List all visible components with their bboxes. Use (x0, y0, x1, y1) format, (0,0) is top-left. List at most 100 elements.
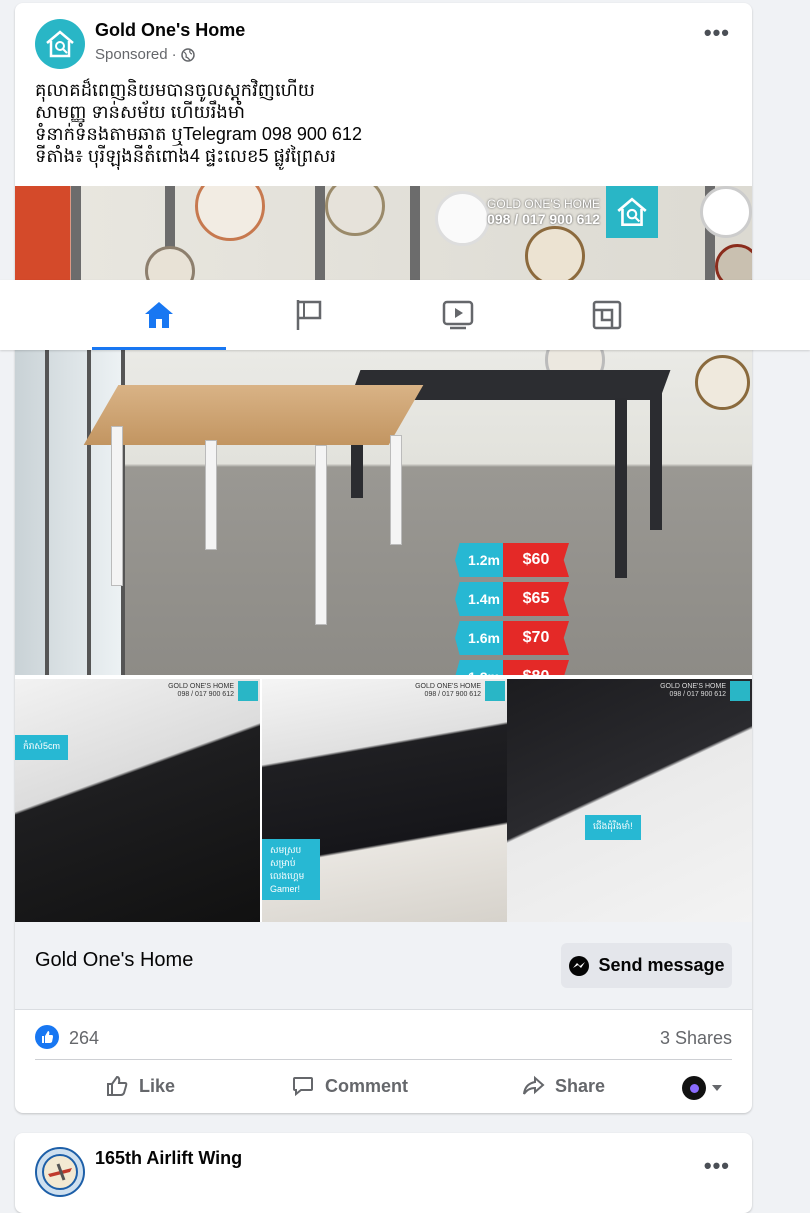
page-name-link[interactable]: Gold One's Home (95, 20, 245, 41)
dark-desk-leg (615, 398, 627, 578)
thumbnail-photo[interactable]: GOLD ONE'S HOME 098 / 017 900 612 កំរាស់5… (15, 679, 260, 922)
thumbs-up-icon (42, 1031, 53, 1043)
video-icon (442, 300, 474, 330)
thumbnail-photo[interactable]: GOLD ONE'S HOME 098 / 017 900 612 ជើងដុំរ… (507, 679, 752, 922)
thumb-brand: GOLD ONE'S HOME (415, 683, 481, 690)
thumb-sticker: ជើងដុំរឹងមាំ! (585, 815, 641, 840)
more-options-icon[interactable]: ••• (704, 1155, 730, 1177)
white-desk-leg (315, 445, 327, 625)
post-header: 165th Airlift Wing ••• (15, 1133, 752, 1203)
gaming-icon (592, 300, 622, 330)
house-logo-icon (730, 681, 750, 701)
house-logo-icon (617, 197, 647, 227)
thumb-watermark: GOLD ONE'S HOME 098 / 017 900 612 (168, 683, 234, 699)
thumb-phone: 098 / 017 900 612 (424, 691, 481, 698)
banner-brand: GOLD ONE'S HOME (487, 197, 600, 211)
price-tag: 1.8m $80 (455, 660, 569, 675)
cta-page-name[interactable]: Gold One's Home (35, 949, 193, 972)
nav-home-tab[interactable] (92, 280, 226, 350)
nav-pages-tab[interactable] (242, 280, 376, 350)
lamp-disc (700, 186, 752, 238)
comment-button[interactable]: Comment (291, 1063, 408, 1109)
page-avatar[interactable] (35, 1147, 85, 1197)
banner-pole (410, 186, 420, 280)
thumb-sticker: សមស្របសម្រាប់លេងហ្គេម Gamer! (262, 839, 320, 900)
thumbnail-photo[interactable]: GOLD ONE'S HOME 098 / 017 900 612 សមស្របស… (262, 679, 507, 922)
like-label: Like (139, 1075, 176, 1096)
price-tag: 1.2m $60 (455, 543, 569, 577)
thumb-phone: 098 / 017 900 612 (177, 691, 234, 698)
home-icon (145, 302, 173, 328)
comment-label: Comment (325, 1075, 409, 1096)
lamp-disc (325, 186, 385, 236)
send-message-label: Send message (598, 955, 725, 975)
page-name-link[interactable]: 165th Airlift Wing (95, 1148, 242, 1169)
house-logo-icon (485, 681, 505, 701)
like-button[interactable]: Like (105, 1063, 175, 1109)
price-tag: 1.4m $65 (455, 582, 569, 616)
thumb-watermark: GOLD ONE'S HOME 098 / 017 900 612 (415, 683, 481, 699)
price-value: $60 (503, 543, 569, 577)
flag-icon (296, 300, 322, 330)
thumb-watermark: GOLD ONE'S HOME 098 / 017 900 612 (660, 683, 726, 699)
lamp-disc (195, 186, 265, 241)
banner-pole (315, 186, 325, 280)
lamp-disc (435, 191, 490, 246)
nav-video-tab[interactable] (391, 280, 525, 350)
post-header: Gold One's Home Sponsored · ••• (15, 3, 752, 73)
globe-icon (180, 47, 195, 62)
comment-icon (293, 1077, 313, 1097)
post-text: គុលាគដ៏ពេញនិយមបានចូលស្តុកវិញហើយ សាមញ្ញ ទ… (35, 80, 362, 166)
chevron-down-icon (712, 1085, 722, 1091)
share-count[interactable]: 3 Shares (660, 1028, 732, 1049)
banner-watermark: GOLD ONE'S HOME 098 / 017 900 612 (485, 197, 600, 227)
post-actions: Like Comment Share (35, 1063, 732, 1109)
house-logo-icon (238, 681, 258, 701)
thumb-brand: GOLD ONE'S HOME (168, 683, 234, 690)
like-reaction-icon[interactable] (35, 1025, 59, 1049)
window-background (15, 350, 125, 675)
sponsored-label[interactable]: Sponsored (95, 46, 168, 63)
white-desk-leg (205, 440, 217, 550)
lamp-disc (145, 246, 195, 280)
banner-pole (71, 186, 81, 280)
post-meta: Sponsored · (95, 46, 195, 63)
cta-bar: Gold One's Home Send message (15, 922, 752, 1010)
banner-image[interactable]: GOLD ONE'S HOME 098 / 017 900 612 (15, 186, 752, 280)
main-product-photo[interactable]: 1.2m $60 1.4m $65 1.6m $70 1.8m $80 (15, 350, 752, 675)
like-count[interactable]: 264 (69, 1028, 99, 1049)
thumb-brand: GOLD ONE'S HOME (660, 683, 726, 690)
sponsored-post: Gold One's Home Sponsored · ••• គុលាគដ៏ព… (15, 3, 752, 1113)
window-frame (45, 350, 49, 675)
white-desk-leg (390, 435, 402, 545)
send-message-button[interactable]: Send message (561, 943, 732, 988)
price-value: $65 (503, 582, 569, 616)
top-navigation-bar (0, 280, 810, 350)
next-post: 165th Airlift Wing ••• (15, 1133, 752, 1213)
banner-phone: 098 / 017 900 612 (487, 211, 600, 227)
thumb-sticker: កំរាស់5cm (15, 735, 68, 760)
reaction-stats: 264 3 Shares (35, 1020, 732, 1060)
window-frame (87, 350, 91, 675)
share-button[interactable]: Share (521, 1063, 605, 1109)
lamp-disc (525, 226, 585, 280)
more-options-icon[interactable]: ••• (704, 22, 730, 44)
profile-switcher[interactable] (682, 1076, 722, 1100)
price-value: $80 (503, 660, 569, 675)
share-label: Share (555, 1075, 606, 1096)
house-logo-icon (46, 30, 74, 58)
active-tab-indicator (92, 347, 226, 350)
meta-dot: · (171, 46, 177, 63)
page-avatar[interactable] (35, 19, 85, 69)
price-value: $70 (503, 621, 569, 655)
banner-logo (606, 186, 658, 238)
thumbs-up-icon (107, 1075, 128, 1096)
share-icon (523, 1075, 545, 1095)
light-desk-top (83, 385, 424, 445)
lamp-disc (695, 355, 750, 410)
thumb-phone: 098 / 017 900 612 (669, 691, 726, 698)
nav-gaming-tab[interactable] (540, 280, 674, 350)
lamp-disc (715, 244, 752, 280)
white-desk-leg (111, 426, 123, 586)
price-tag: 1.6m $70 (455, 621, 569, 655)
